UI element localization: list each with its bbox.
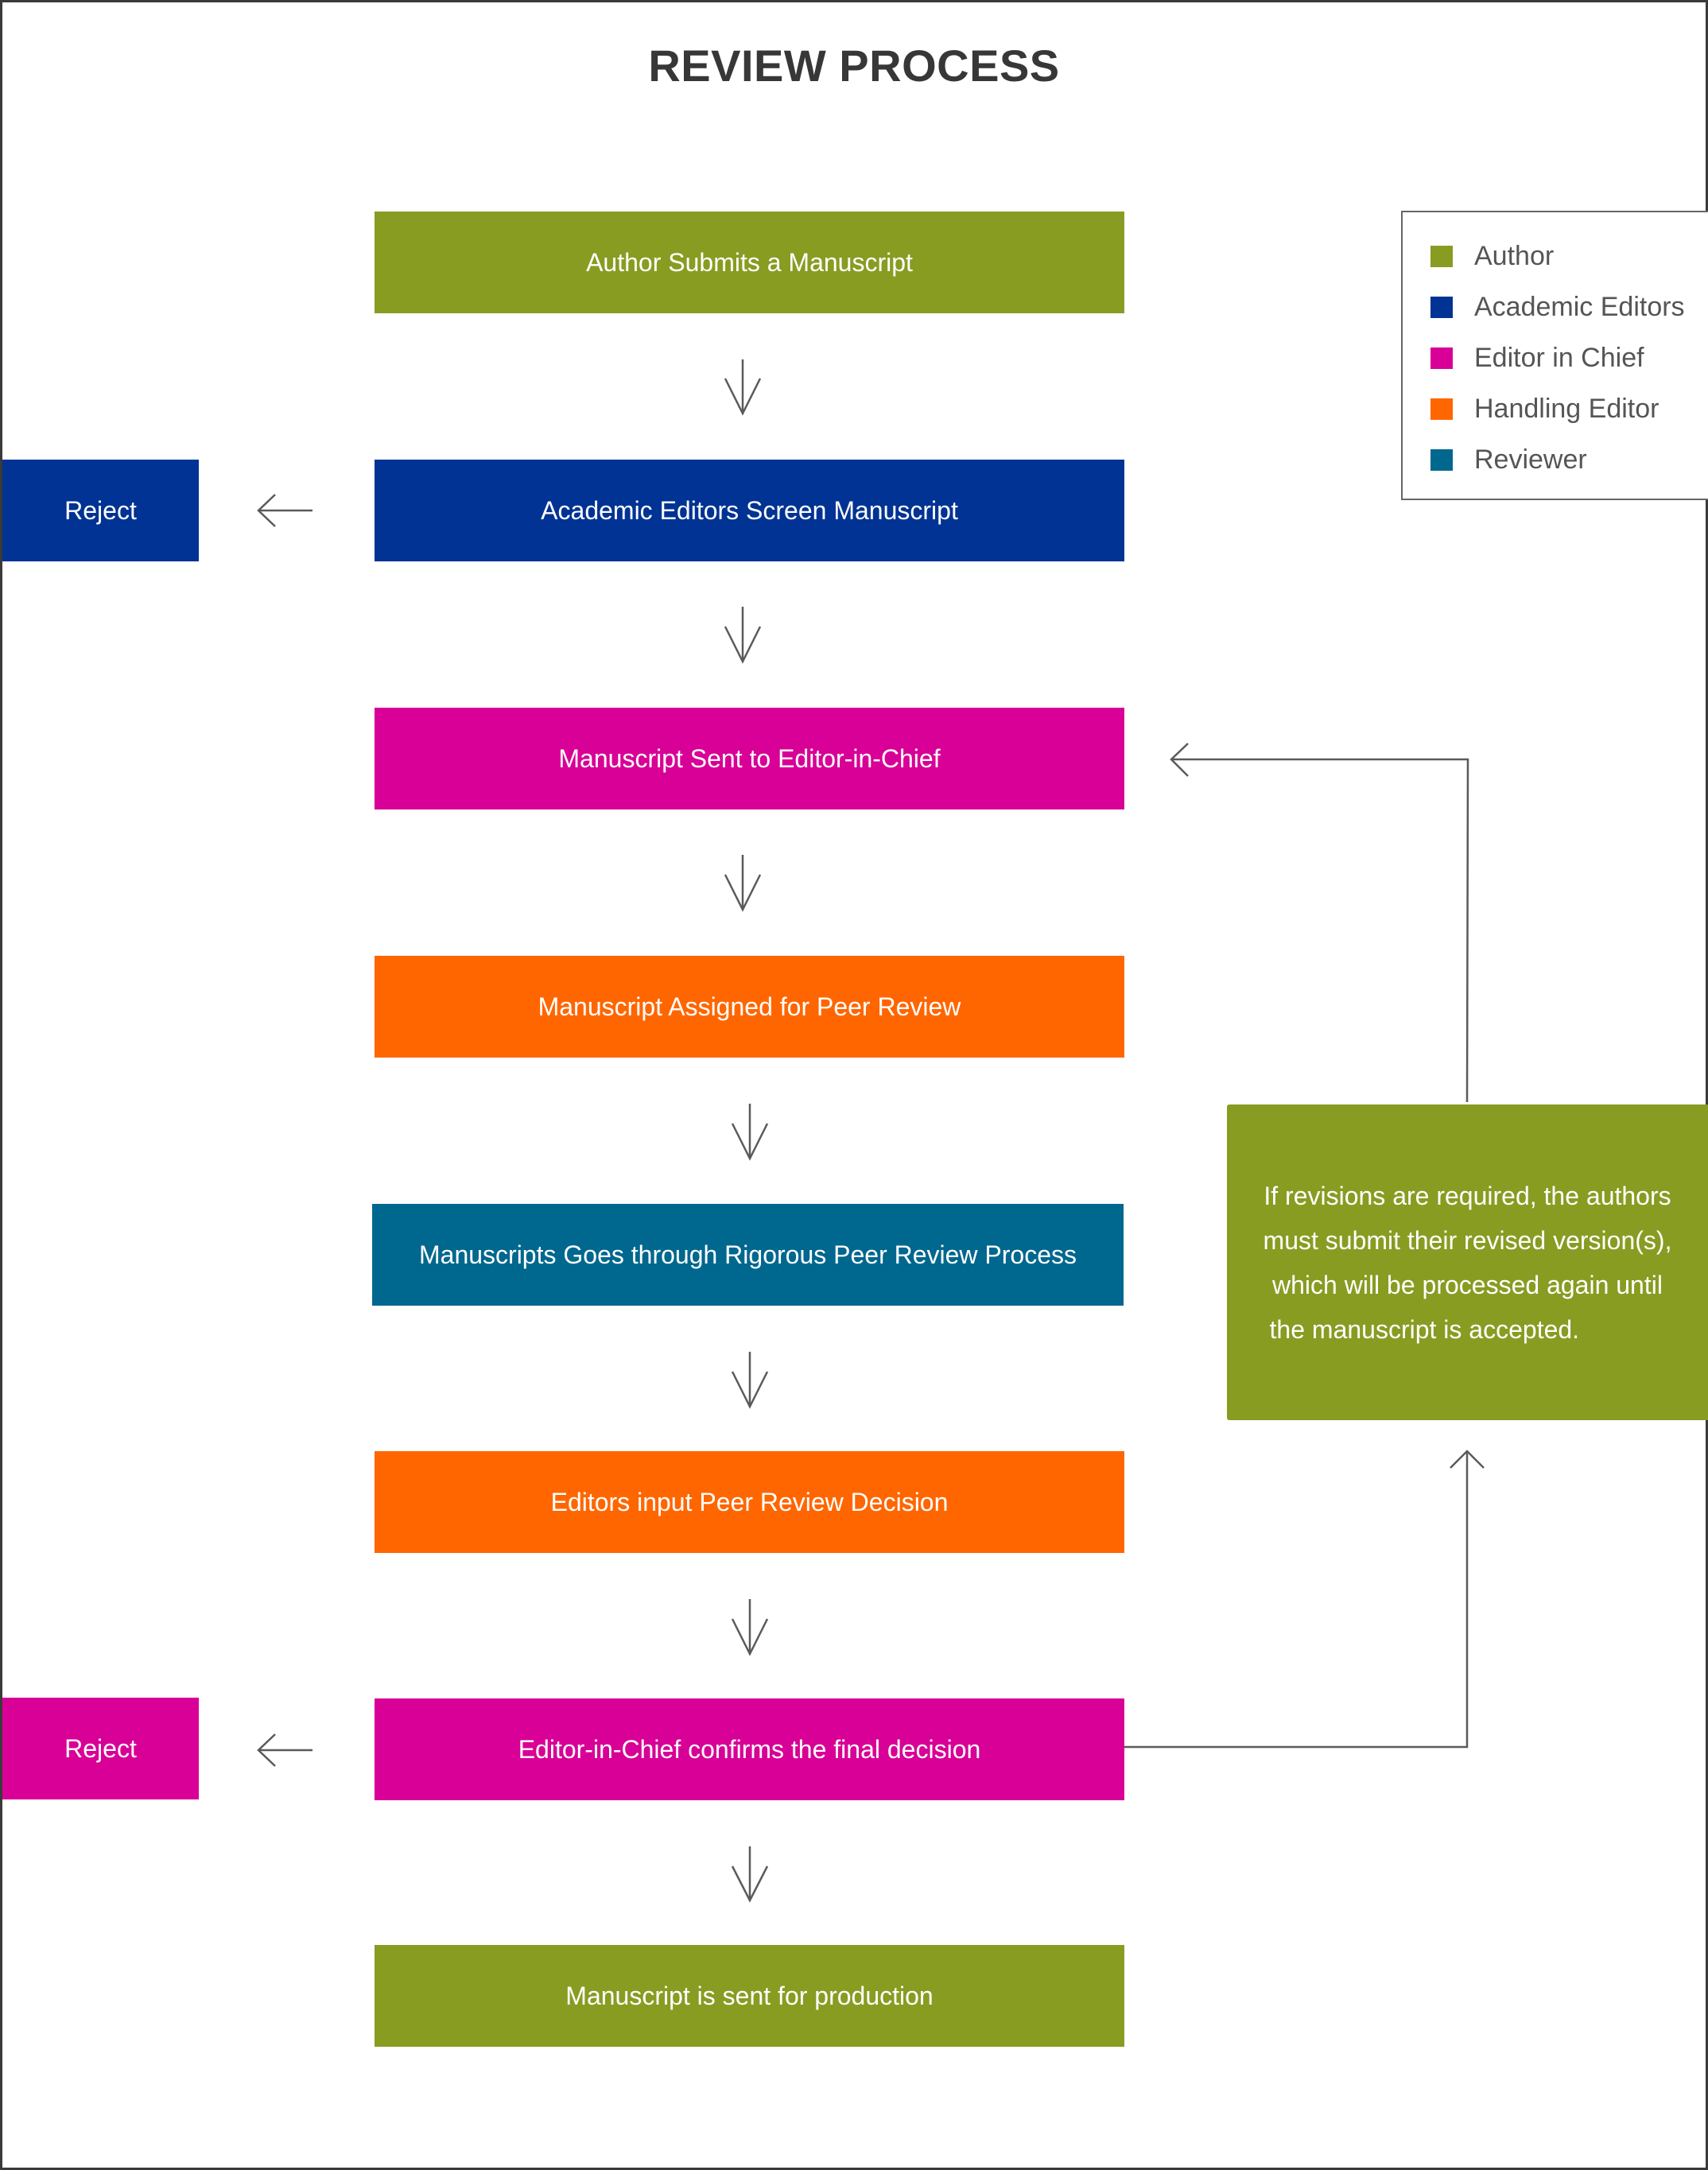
legend-swatch <box>1430 398 1453 420</box>
legend-item-academic-editors: Academic Editors <box>1430 291 1685 323</box>
legend: Author Academic Editors Editor in Chief … <box>1401 211 1708 500</box>
step-peer-review-decision: Editors input Peer Review Decision <box>375 1451 1124 1553</box>
revision-line: the manuscript is accepted. <box>1269 1314 1580 1344</box>
step-academic-screen: Academic Editors Screen Manuscript <box>375 460 1124 561</box>
legend-label: Author <box>1474 240 1555 271</box>
step-eic-final-decision: Editor-in-Chief confirms the final decis… <box>375 1698 1124 1800</box>
reject-box-eic: Reject <box>2 1698 199 1799</box>
legend-label: Academic Editors <box>1474 291 1685 322</box>
step-label: Author Submits a Manuscript <box>586 247 913 277</box>
step-sent-to-eic: Manuscript Sent to Editor-in-Chief <box>375 708 1124 809</box>
legend-swatch <box>1430 448 1453 471</box>
legend-swatch <box>1430 347 1453 369</box>
revision-line: If revisions are required, the authors <box>1264 1181 1671 1210</box>
legend-item-author: Author <box>1430 240 1554 272</box>
step-label: Manuscripts Goes through Rigorous Peer R… <box>418 1240 1077 1269</box>
legend-label: Handling Editor <box>1474 393 1659 424</box>
step-sent-for-production: Manuscript is sent for production <box>375 1945 1124 2047</box>
reject-label: Reject <box>64 1733 137 1763</box>
legend-item-editor-in-chief: Editor in Chief <box>1430 342 1644 374</box>
legend-swatch <box>1430 245 1453 267</box>
legend-label: Reviewer <box>1474 444 1587 475</box>
revision-note: If revisions are required, the authors m… <box>1227 1104 1708 1420</box>
step-label: Manuscript Assigned for Peer Review <box>538 992 961 1021</box>
legend-label: Editor in Chief <box>1474 342 1644 373</box>
step-label: Manuscript Sent to Editor-in-Chief <box>558 743 941 773</box>
diagram-title: REVIEW PROCESS <box>648 41 1060 91</box>
step-label: Academic Editors Screen Manuscript <box>541 495 958 525</box>
step-label: Editor-in-Chief confirms the final decis… <box>518 1734 981 1764</box>
legend-item-handling-editor: Handling Editor <box>1430 393 1659 425</box>
step-assigned-peer-review: Manuscript Assigned for Peer Review <box>375 956 1124 1058</box>
revision-line: must submit their revised version(s), <box>1263 1225 1672 1255</box>
step-label: Editors input Peer Review Decision <box>550 1487 949 1516</box>
legend-swatch <box>1430 296 1453 318</box>
reject-label: Reject <box>64 495 137 525</box>
legend-item-reviewer: Reviewer <box>1430 444 1587 476</box>
step-peer-review-process: Manuscripts Goes through Rigorous Peer R… <box>372 1204 1124 1306</box>
reject-box-academic: Reject <box>2 460 199 561</box>
revision-line: which will be processed again until <box>1272 1270 1663 1299</box>
step-author-submits: Author Submits a Manuscript <box>375 212 1124 313</box>
step-label: Manuscript is sent for production <box>565 1981 934 2010</box>
